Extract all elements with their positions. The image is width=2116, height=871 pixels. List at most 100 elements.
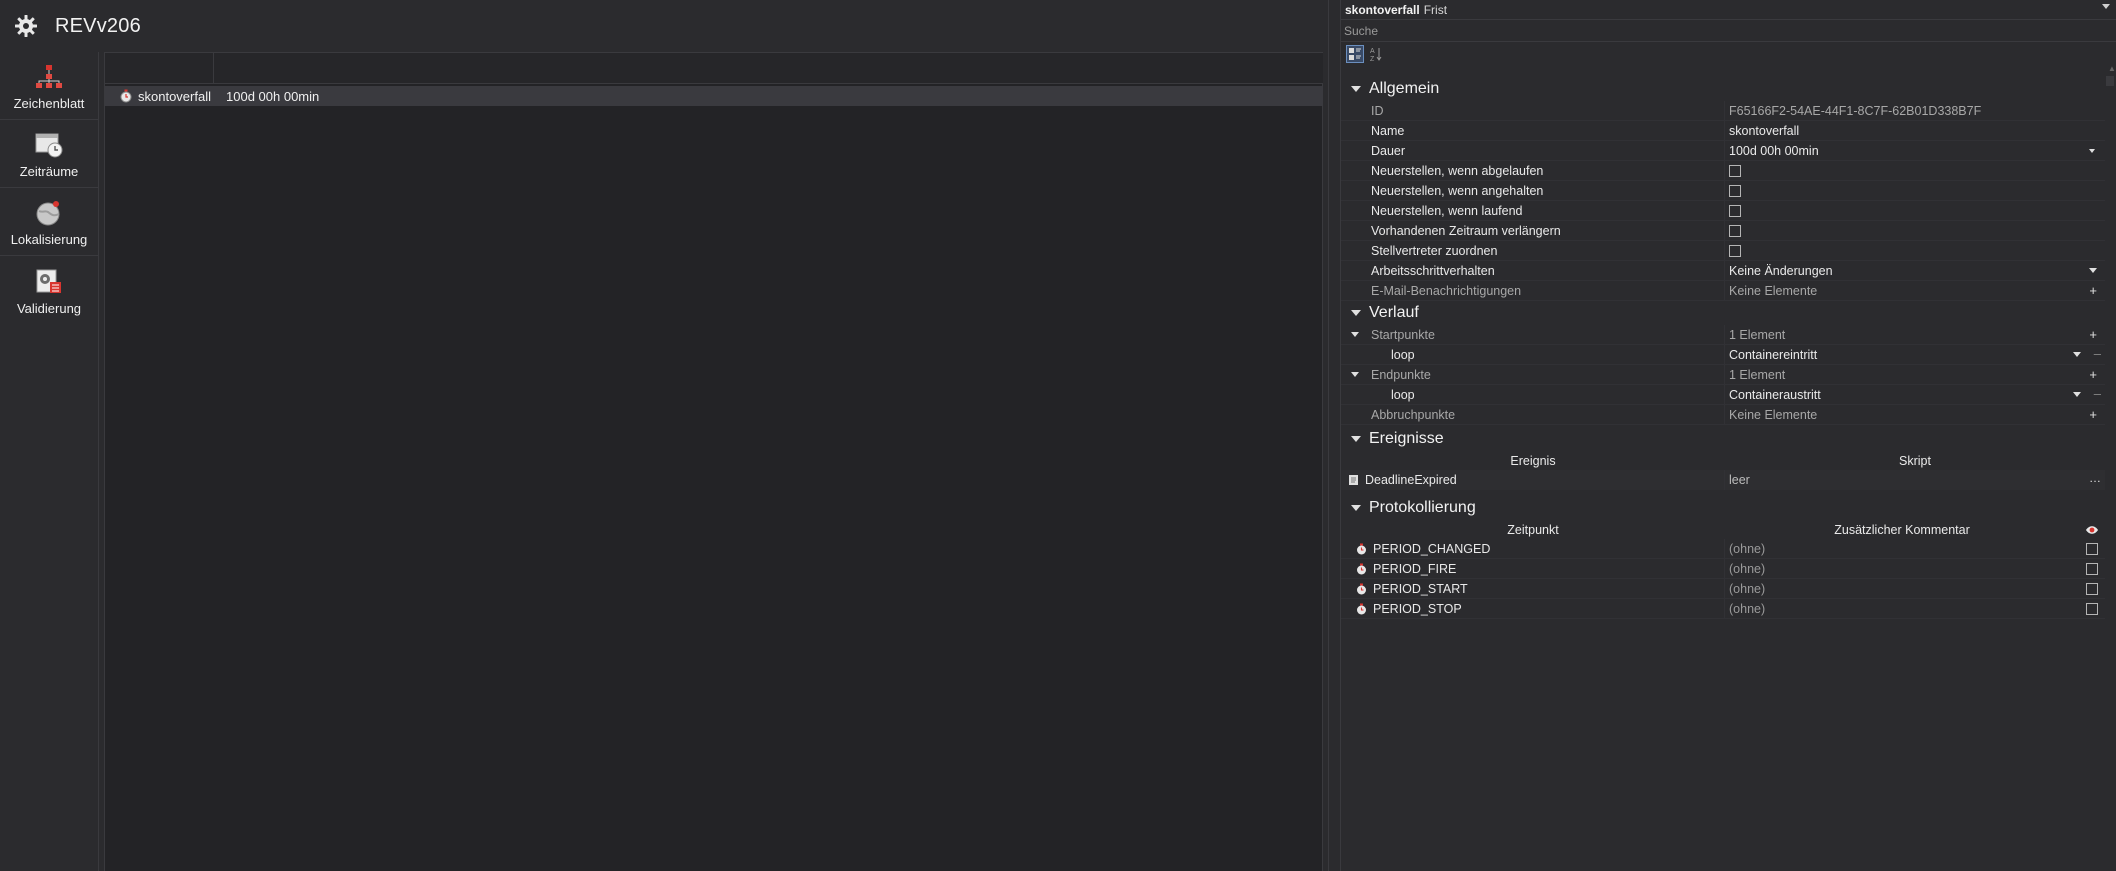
- log-comment[interactable]: (ohne): [1725, 599, 2079, 618]
- more-icon[interactable]: …: [2089, 471, 2101, 485]
- grid-header-name-column[interactable]: [105, 53, 214, 84]
- categorized-view-button[interactable]: [1346, 45, 1364, 63]
- log-event-name: PERIOD_STOP: [1373, 601, 1462, 616]
- start-loop-select[interactable]: Containereintritt –: [1725, 345, 2105, 364]
- log-comment[interactable]: (ohne): [1725, 579, 2079, 598]
- prop-label: Neuerstellen, wenn abgelaufen: [1341, 161, 1725, 180]
- collapse-icon[interactable]: [1351, 332, 1359, 337]
- log-comment[interactable]: (ohne): [1725, 539, 2079, 558]
- table-row[interactable]: skontoverfall 100d 00h 00min: [105, 86, 1323, 106]
- collapse-icon[interactable]: [1351, 310, 1361, 316]
- log-checkbox[interactable]: [2086, 582, 2098, 595]
- chevron-down-icon[interactable]: [2102, 4, 2110, 9]
- panel-title[interactable]: skontoverfall Frist: [1341, 0, 2116, 20]
- column-header-zeitpunkt: Zeitpunkt: [1507, 522, 1559, 537]
- remove-icon[interactable]: –: [2094, 346, 2101, 361]
- category-verlauf[interactable]: Verlauf: [1341, 301, 2105, 325]
- app-window: REVv206 Zeichenblatt Zeiträume Lokalisie…: [0, 0, 2116, 871]
- main-grid: skontoverfall 100d 00h 00min: [104, 52, 1323, 871]
- alphabetical-view-button[interactable]: A Z: [1367, 45, 1385, 63]
- event-row[interactable]: DeadlineExpired leer …: [1341, 470, 2105, 490]
- prop-label: Dauer: [1341, 141, 1725, 160]
- category-protokollierung[interactable]: Protokollierung: [1341, 496, 2105, 520]
- category-ereignisse[interactable]: Ereignisse: [1341, 427, 2105, 451]
- checkbox-neu-abgelaufen[interactable]: [1729, 164, 1741, 177]
- remove-icon[interactable]: –: [2094, 386, 2101, 401]
- checkbox-verlaengern[interactable]: [1729, 224, 1741, 237]
- collapse-icon[interactable]: [1351, 436, 1361, 442]
- prop-label: Vorhandenen Zeitraum verlängern: [1341, 221, 1725, 240]
- prop-start-loop: loop Containereintritt –: [1341, 345, 2105, 365]
- collapse-icon[interactable]: [1351, 372, 1359, 377]
- log-comment[interactable]: (ohne): [1725, 559, 2079, 578]
- svg-text:A: A: [1370, 48, 1375, 55]
- prop-arbeitsschritt[interactable]: Arbeitsschrittverhalten Keine Änderungen: [1341, 261, 2105, 281]
- prop-verlaengern: Vorhandenen Zeitraum verlängern: [1341, 221, 2105, 241]
- panel-title-type: Frist: [1423, 2, 1448, 17]
- category-label: Protokollierung: [1369, 499, 1476, 516]
- duration-field[interactable]: 100d 00h 00min: [1725, 141, 2105, 160]
- chevron-down-icon[interactable]: [2089, 268, 2097, 273]
- prop-label: Name: [1341, 121, 1725, 140]
- events-header: Ereignis Skript: [1341, 451, 2105, 470]
- add-icon[interactable]: +: [2089, 407, 2097, 422]
- log-event-name: PERIOD_START: [1373, 581, 1468, 596]
- select-value: Containereintritt: [1729, 347, 1818, 362]
- end-loop-select[interactable]: Containeraustritt –: [1725, 385, 2105, 404]
- grid-header: [105, 52, 1323, 84]
- event-name: DeadlineExpired: [1365, 473, 1457, 487]
- add-icon[interactable]: +: [2089, 367, 2097, 382]
- prop-name[interactable]: Name skontoverfall: [1341, 121, 2105, 141]
- nav-item-lokalisierung[interactable]: Lokalisierung: [0, 188, 98, 256]
- eye-icon[interactable]: [2079, 525, 2105, 535]
- nav-item-validierung[interactable]: Validierung: [0, 256, 98, 324]
- category-allgemein[interactable]: Allgemein: [1341, 77, 2105, 101]
- select-value: Keine Änderungen: [1729, 263, 1833, 278]
- script-icon: [1347, 474, 1359, 486]
- nav-item-zeitraeume[interactable]: Zeiträume: [0, 120, 98, 188]
- column-header-kommentar: Zusätzlicher Kommentar: [1834, 522, 1970, 537]
- checkbox-neu-angehalten[interactable]: [1729, 184, 1741, 197]
- add-icon[interactable]: +: [2089, 327, 2097, 342]
- timer-icon: [1355, 603, 1367, 615]
- checkbox-neu-laufend[interactable]: [1729, 204, 1741, 217]
- prop-label: loop: [1341, 345, 1725, 364]
- nav-label: Zeichenblatt: [13, 96, 85, 111]
- collapse-icon[interactable]: [1351, 505, 1361, 511]
- log-checkbox[interactable]: [2086, 562, 2098, 575]
- left-nav: Zeichenblatt Zeiträume Lokalisierung Val…: [0, 52, 99, 871]
- log-row: PERIOD_CHANGED (ohne): [1341, 539, 2105, 559]
- globe-icon: [33, 198, 65, 228]
- category-label: Verlauf: [1369, 304, 1419, 321]
- collapse-icon[interactable]: [1351, 86, 1361, 92]
- scroll-thumb[interactable]: [2106, 76, 2114, 86]
- log-checkbox[interactable]: [2086, 602, 2098, 615]
- search-input[interactable]: [1344, 23, 2104, 38]
- category-label: Allgemein: [1369, 80, 1440, 97]
- checkbox-stellvertreter[interactable]: [1729, 244, 1741, 257]
- chevron-down-icon[interactable]: [2073, 392, 2081, 397]
- panel-scrollbar[interactable]: ▲: [2104, 60, 2116, 871]
- nav-item-zeichenblatt[interactable]: Zeichenblatt: [0, 52, 98, 120]
- prop-label: Neuerstellen, wenn angehalten: [1341, 181, 1725, 200]
- gear-icon[interactable]: [11, 11, 41, 41]
- duration-value: 100d 00h 00min: [1729, 143, 1819, 158]
- log-row: PERIOD_START (ohne): [1341, 579, 2105, 599]
- prop-label: ID: [1341, 101, 1725, 120]
- scroll-up-icon[interactable]: ▲: [2108, 64, 2116, 73]
- name-field[interactable]: skontoverfall: [1725, 121, 2105, 140]
- prop-value: 1 Element: [1729, 327, 1786, 342]
- prop-value: 1 Element: [1729, 367, 1786, 382]
- log-checkbox[interactable]: [2086, 542, 2098, 555]
- select-value: Containeraustritt: [1729, 387, 1821, 402]
- chevron-down-icon[interactable]: [2073, 352, 2081, 357]
- arbeitsschritt-select[interactable]: Keine Änderungen: [1725, 261, 2105, 280]
- column-header-ereignis: Ereignis: [1510, 453, 1556, 468]
- log-event-name: PERIOD_CHANGED: [1373, 541, 1491, 556]
- column-header-skript: Skript: [1899, 453, 1931, 468]
- add-icon[interactable]: +: [2089, 283, 2097, 298]
- prop-dauer[interactable]: Dauer 100d 00h 00min: [1341, 141, 2105, 161]
- timer-icon: [119, 89, 133, 103]
- chevron-down-icon[interactable]: [2089, 149, 2095, 153]
- prop-stellvertreter: Stellvertreter zuordnen: [1341, 241, 2105, 261]
